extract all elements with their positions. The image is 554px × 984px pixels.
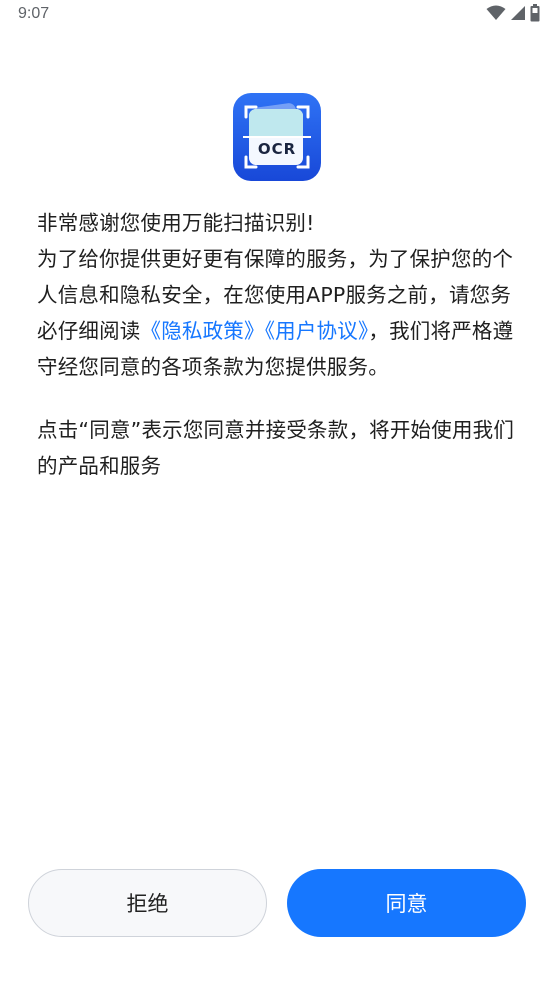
battery-icon: [530, 4, 540, 26]
agree-button-label: 同意: [385, 892, 428, 916]
status-icons: [486, 4, 540, 26]
reject-button[interactable]: 拒绝: [28, 869, 267, 937]
reject-button-label: 拒绝: [126, 892, 169, 916]
consent-text: 点击“同意”表示您同意并接受条款，将开始使用我们的产品和服务: [37, 418, 515, 478]
privacy-notice: 非常感谢您使用万能扫描识别! 为了给你提供更好更有保障的服务，为了保护您的个人信…: [37, 205, 523, 484]
status-time: 9:07: [18, 5, 50, 22]
app-logo-text: OCR: [257, 140, 297, 158]
notice-greeting: 非常感谢您使用万能扫描识别!: [37, 211, 315, 235]
wifi-icon: [486, 5, 506, 25]
privacy-policy-link[interactable]: 《隐私政策》: [141, 319, 265, 343]
signal-icon: [510, 5, 526, 25]
notice-body: 为了给你提供更好更有保障的服务，为了保护您的个人信息和隐私安全，在您使用APP服…: [37, 241, 523, 385]
status-bar: 9:07: [0, 0, 554, 30]
user-agreement-link[interactable]: 《用户协议》: [265, 319, 369, 343]
agree-button[interactable]: 同意: [287, 869, 526, 937]
app-logo: OCR: [233, 93, 321, 181]
